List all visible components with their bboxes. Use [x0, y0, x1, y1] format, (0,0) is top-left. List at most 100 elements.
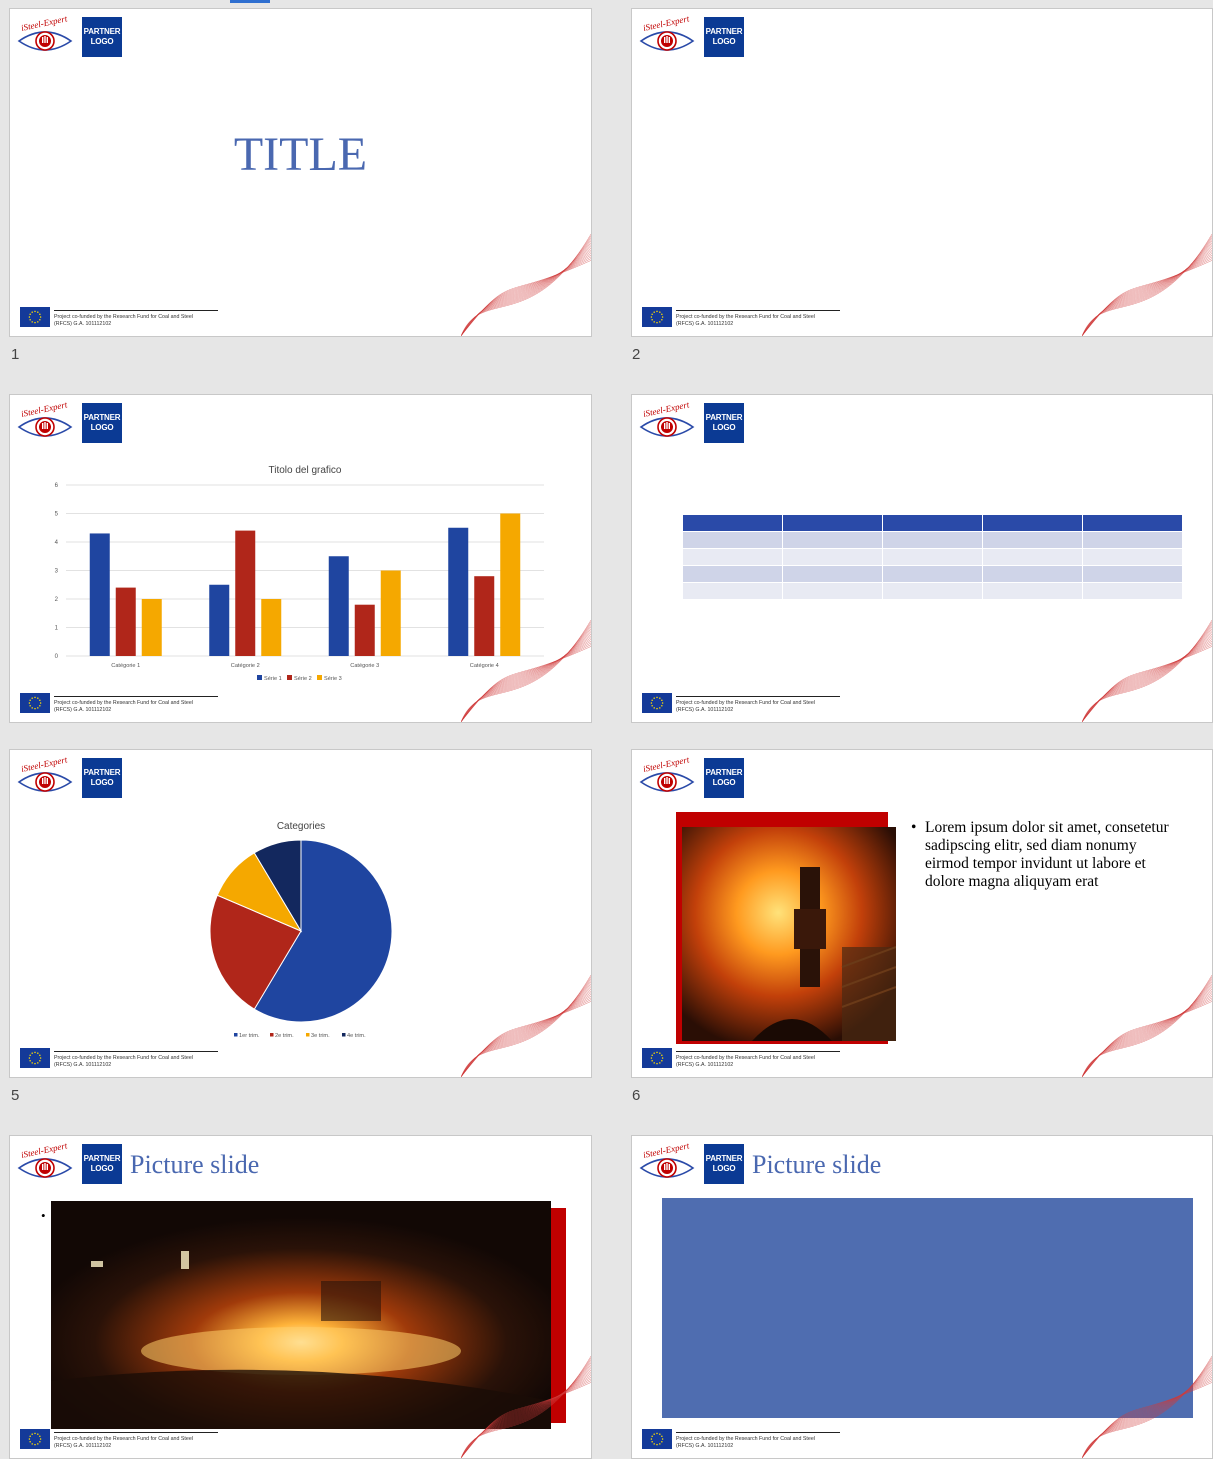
- partner-logo-line1: PARTNER: [705, 413, 743, 422]
- table-cell: [982, 514, 1083, 532]
- y-tick-label: 3: [55, 569, 59, 575]
- slide-thumbnail-6[interactable]: iSteel-Expert PARTNER LOGO • Lorem ipsum d…: [631, 749, 1213, 1078]
- isteel-expert-logo: iSteel-Expert: [639, 15, 695, 51]
- partner-logo-line2: LOGO: [90, 37, 114, 46]
- table-cell: [782, 514, 883, 532]
- table-cell: [682, 514, 783, 532]
- slide-number-6: 6: [632, 1087, 641, 1104]
- eu-flag-icon: [642, 1048, 672, 1068]
- eu-flag-icon: [20, 1429, 50, 1449]
- decorative-wave: [1082, 974, 1212, 1077]
- table-cell: [1082, 548, 1183, 566]
- eu-flag-icon: [20, 693, 50, 713]
- partner-logo-line1: PARTNER: [705, 768, 743, 777]
- table-cell: [982, 582, 1083, 600]
- eu-flag-icon: [642, 307, 672, 327]
- legend-label: 1er trim.: [239, 1033, 260, 1039]
- table-row: [682, 531, 1183, 549]
- footer-line2: (RFCS) G.A. 101112102: [676, 706, 734, 713]
- slide-thumbnail-5[interactable]: iSteel-Expert PARTNER LOGO Categories 1er t…: [9, 749, 592, 1078]
- slide-title: TITLE: [233, 128, 368, 181]
- footer-text: Project co-funded by the Research Fund f…: [54, 1055, 274, 1068]
- partner-logo-line1: PARTNER: [705, 1154, 743, 1163]
- bullet-dot: •: [911, 819, 917, 836]
- partner-logo-line2: LOGO: [90, 1164, 114, 1173]
- x-tick-label: Catégorie 3: [350, 663, 379, 669]
- footer-line2: (RFCS) G.A. 101112102: [676, 1442, 734, 1449]
- top-strip: [0, 0, 1213, 8]
- slide-thumbnail-4[interactable]: iSteel-Expert PARTNER LOGO Project co-fund…: [631, 394, 1213, 723]
- bar-1-3: [141, 599, 162, 656]
- table-cell: [782, 548, 883, 566]
- legend-label: Série 2: [294, 676, 312, 682]
- table-cell: [882, 582, 983, 600]
- legend-swatch: [317, 675, 322, 680]
- y-tick-label: 1: [55, 626, 59, 632]
- decorative-wave: [461, 233, 591, 336]
- eu-flag-icon: [20, 307, 50, 327]
- bar-2-1: [209, 584, 230, 656]
- bar-3-2: [354, 604, 375, 656]
- slide-number-5: 5: [11, 1087, 20, 1104]
- table-cell: [682, 531, 783, 549]
- logo-text: iSteel-Expert: [642, 15, 691, 33]
- eu-flag-icon: [20, 1048, 50, 1068]
- table-row: [682, 548, 1183, 566]
- footer-line2: (RFCS) G.A. 101112102: [676, 320, 734, 327]
- footer-divider: [676, 310, 840, 311]
- bar-1-2: [115, 587, 136, 656]
- footer-text: Project co-funded by the Research Fund f…: [676, 700, 896, 713]
- slide-title: Picture slide: [130, 1150, 260, 1179]
- table-cell: [982, 531, 1083, 549]
- footer-divider: [676, 1432, 840, 1433]
- table-cell: [982, 548, 1083, 566]
- partner-logo: PARTNER LOGO: [704, 1144, 744, 1184]
- partner-logo-line1: PARTNER: [83, 27, 121, 36]
- legend-swatch: [342, 1033, 346, 1037]
- slide-thumbnail-2[interactable]: iSteel-Expert PARTNER LOGO Project co-fund…: [631, 8, 1213, 337]
- table-cell: [1082, 514, 1183, 532]
- eu-flag-icon: [642, 1429, 672, 1449]
- isteel-expert-logo: iSteel-Expert: [17, 15, 73, 51]
- isteel-expert-logo: iSteel-Expert: [639, 1142, 695, 1178]
- logo-text: iSteel-Expert: [20, 1142, 69, 1160]
- partner-logo-line2: LOGO: [712, 37, 736, 46]
- legend-swatch: [270, 1033, 274, 1037]
- y-tick-label: 2: [55, 597, 59, 603]
- footer-text: Project co-funded by the Research Fund f…: [54, 1436, 274, 1449]
- table-cell: [682, 565, 783, 583]
- legend-swatch: [234, 1033, 238, 1037]
- x-tick-label: Catégorie 1: [111, 663, 140, 669]
- slide-thumbnail-7[interactable]: iSteel-Expert PARTNER LOGO Picture slide •…: [9, 1135, 592, 1459]
- decorative-wave: [461, 619, 591, 722]
- footer-text: Project co-funded by the Research Fund f…: [676, 1055, 896, 1068]
- footer-line2: (RFCS) G.A. 101112102: [54, 1061, 112, 1068]
- partner-logo-line1: PARTNER: [705, 27, 743, 36]
- slide-thumbnail-3[interactable]: iSteel-Expert PARTNER LOGO Titolo del graf…: [9, 394, 592, 723]
- slide-thumbnail-8[interactable]: iSteel-Expert PARTNER LOGO Picture slide P…: [631, 1135, 1213, 1459]
- bar-3-1: [328, 556, 349, 656]
- partner-logo-line2: LOGO: [712, 423, 736, 432]
- slide-thumbnail-1[interactable]: iSteel-Expert PARTNER LOGO TITLE Project c…: [9, 8, 592, 337]
- table-cell: [782, 565, 883, 583]
- legend-label: Série 1: [264, 676, 282, 682]
- table-cell: [782, 582, 883, 600]
- table-cell: [882, 531, 983, 549]
- footer-line2: (RFCS) G.A. 101112102: [676, 1061, 734, 1068]
- footer-line2: (RFCS) G.A. 101112102: [54, 1442, 112, 1449]
- partner-logo: PARTNER LOGO: [704, 758, 744, 798]
- chart-title: Categories: [277, 821, 325, 832]
- logo-text: iSteel-Expert: [642, 756, 691, 774]
- logo-text: iSteel-Expert: [20, 15, 69, 33]
- legend-label: 2e trim.: [275, 1033, 294, 1039]
- footer-divider: [54, 310, 218, 311]
- decorative-wave: [461, 974, 591, 1077]
- footer-text: Project co-funded by the Research Fund f…: [676, 314, 896, 327]
- bar-2-3: [261, 599, 282, 656]
- legend-label: 3e trim.: [311, 1033, 330, 1039]
- bullet-text: Lorem ipsum dolor sit amet, consetetur s…: [925, 819, 1169, 890]
- logo-text: iSteel-Expert: [642, 401, 691, 419]
- isteel-expert-logo: iSteel-Expert: [17, 1142, 73, 1178]
- y-tick-label: 0: [55, 654, 59, 660]
- selection-sliver: [230, 0, 270, 3]
